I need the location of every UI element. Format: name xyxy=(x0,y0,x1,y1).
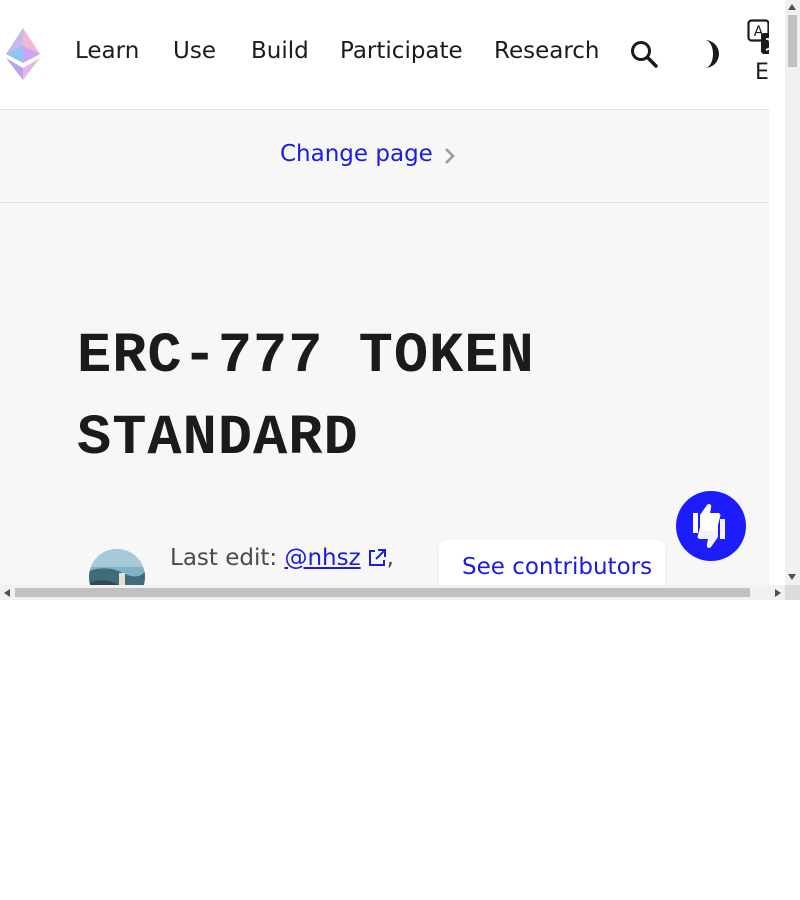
change-page-button[interactable]: Change page xyxy=(280,141,433,167)
last-edit-user[interactable]: @nhsz xyxy=(284,545,360,571)
scroll-up-arrow-icon[interactable] xyxy=(787,3,797,11)
browser-viewport: Learn Use Build Participate Research A E… xyxy=(0,0,800,600)
nav-research[interactable]: Research xyxy=(494,38,600,64)
last-edit-user-link[interactable]: @nhsz xyxy=(284,545,360,571)
change-page-bar: Change page xyxy=(0,110,769,203)
nav-use[interactable]: Use xyxy=(173,38,216,64)
scroll-left-arrow-icon[interactable] xyxy=(3,588,11,598)
vertical-scrollbar[interactable] xyxy=(785,0,800,585)
site-header: Learn Use Build Participate Research A E… xyxy=(0,0,769,110)
translate-icon[interactable]: A xyxy=(747,19,769,55)
last-edit-label: Last edit: xyxy=(170,545,278,571)
ethereum-logo-icon[interactable] xyxy=(6,28,40,80)
page-content: Learn Use Build Participate Research A E… xyxy=(0,0,769,585)
page-title: ERC-777 TOKEN STANDARD xyxy=(77,316,637,480)
last-edit-separator: , xyxy=(386,545,394,571)
dark-mode-toggle-icon[interactable] xyxy=(690,39,720,69)
nav-build[interactable]: Build xyxy=(251,38,309,64)
thumbs-up-down-icon xyxy=(693,504,725,548)
feedback-button[interactable] xyxy=(676,491,746,561)
vertical-scrollbar-thumb[interactable] xyxy=(788,15,797,67)
page-title-line-2: STANDARD xyxy=(77,407,359,471)
page-title-line-1: ERC-777 TOKEN xyxy=(77,325,535,389)
last-edit-info: Last edit: @nhsz , xyxy=(170,545,394,571)
nav-learn[interactable]: Learn xyxy=(75,38,139,64)
nav-participate[interactable]: Participate xyxy=(340,38,463,64)
avatar[interactable] xyxy=(89,549,145,585)
external-link-icon xyxy=(368,549,386,566)
scrollbar-corner xyxy=(785,585,800,600)
scroll-right-arrow-icon[interactable] xyxy=(774,588,782,598)
chevron-right-icon xyxy=(445,148,455,164)
see-contributors-button[interactable]: See contributors xyxy=(439,540,665,585)
search-icon[interactable] xyxy=(629,39,659,69)
language-label[interactable]: EN xyxy=(755,60,769,85)
scroll-down-arrow-icon[interactable] xyxy=(787,573,797,581)
horizontal-scrollbar-thumb[interactable] xyxy=(15,588,750,597)
